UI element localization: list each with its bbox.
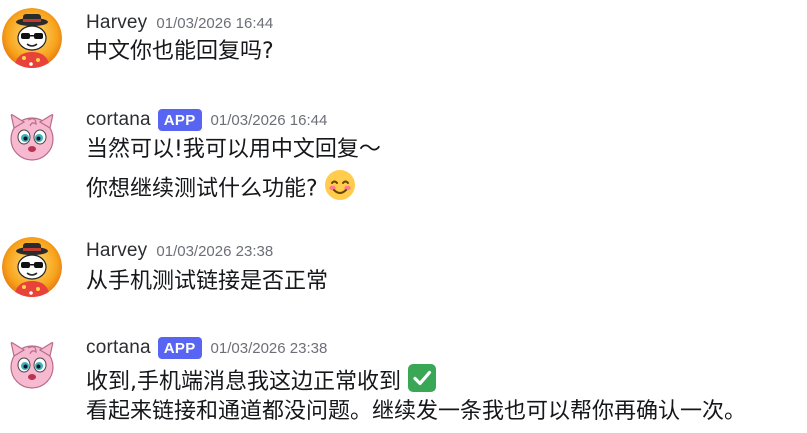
app-badge: APP [157,109,202,131]
message-text: 当然可以!我可以用中文回复～ [86,137,381,162]
timestamp[interactable]: 01/03/2026 23:38 [156,243,273,260]
message-text: 收到,手机端消息我这边正常收到 [86,369,401,395]
username[interactable]: cortana [86,337,151,359]
avatar-harvey[interactable] [2,8,62,68]
timestamp[interactable]: 01/03/2026 16:44 [156,15,273,32]
message-header: cortana APP 01/03/2026 23:38 [86,336,327,360]
username[interactable]: Harvey [86,240,147,262]
message-text: 你想继续测试什么功能? [86,176,318,202]
message-header: Harvey 01/03/2026 16:44 [86,11,273,35]
timestamp[interactable]: 01/03/2026 16:44 [211,112,328,129]
timestamp[interactable]: 01/03/2026 23:38 [211,340,328,357]
avatar-cortana[interactable] [2,106,62,166]
message-text-line: 你想继续测试什么功能? [86,169,356,210]
message-header: Harvey 01/03/2026 23:38 [86,239,273,263]
message-header: cortana APP 01/03/2026 16:44 [86,108,327,132]
username[interactable]: cortana [86,109,151,131]
username[interactable]: Harvey [86,12,147,34]
message-text: 看起来链接和通道都没问题。继续发一条我也可以帮你再确认一次。 [86,399,747,424]
smiling-blush-emoji-icon [324,169,356,210]
message-text: 从手机测试链接是否正常 [86,269,329,294]
message-feed: Harvey 01/03/2026 16:44 中文你也能回复吗? cortan… [0,0,807,433]
app-badge: APP [157,337,202,359]
avatar-cortana[interactable] [2,334,62,394]
message-text: 中文你也能回复吗? [86,39,274,64]
avatar-harvey[interactable] [2,237,62,297]
